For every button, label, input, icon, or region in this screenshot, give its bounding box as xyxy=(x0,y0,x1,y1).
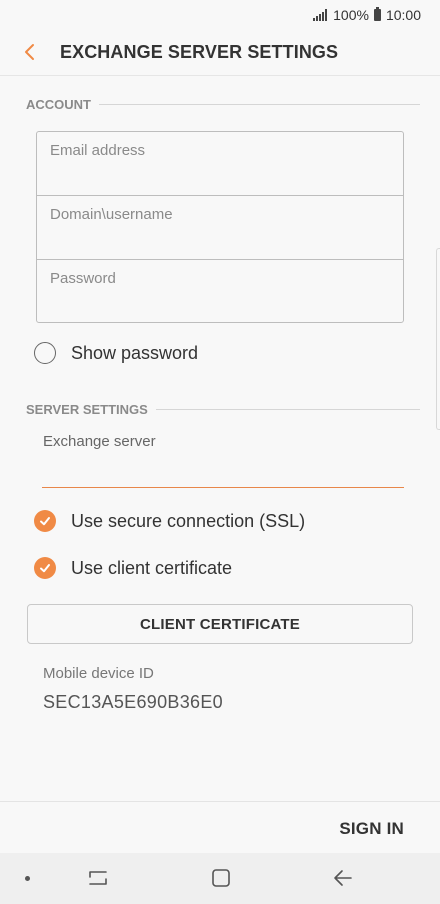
server-settings-section-title: SERVER SETTINGS xyxy=(26,401,148,417)
password-field[interactable]: Password xyxy=(37,260,403,324)
password-placeholder: Password xyxy=(50,270,116,287)
sign-in-button[interactable]: SIGN IN xyxy=(339,819,404,839)
account-section-header: ACCOUNT xyxy=(26,96,420,112)
checkmark-icon xyxy=(40,517,50,526)
status-indicators: 100% 10:00 xyxy=(313,7,421,23)
status-bar: 100% 10:00 xyxy=(0,0,440,28)
checkmark-icon xyxy=(40,564,50,573)
nav-dot-icon[interactable] xyxy=(25,876,30,881)
exchange-server-input[interactable] xyxy=(42,456,404,488)
server-settings-section-header: SERVER SETTINGS xyxy=(26,401,420,417)
account-fields-box: Email address Domain\username Password xyxy=(36,131,404,323)
show-password-label: Show password xyxy=(71,342,199,363)
domain-username-field[interactable]: Domain\username xyxy=(37,196,403,260)
app-header: EXCHANGE SERVER SETTINGS xyxy=(0,28,440,76)
client-certificate-label: Use client certificate xyxy=(71,557,233,578)
back-arrow-icon[interactable] xyxy=(22,42,40,62)
domain-username-placeholder: Domain\username xyxy=(50,206,173,223)
section-divider xyxy=(99,103,420,105)
unchecked-radio-icon[interactable] xyxy=(34,342,56,364)
section-divider xyxy=(155,408,420,410)
edge-panel-handle[interactable] xyxy=(436,248,440,430)
client-certificate-checkbox[interactable]: Use client certificate xyxy=(34,557,232,579)
checked-circle-icon[interactable] xyxy=(34,510,56,532)
mobile-device-id-label: Mobile device ID xyxy=(43,665,154,682)
ssl-label: Use secure connection (SSL) xyxy=(71,510,306,531)
signal-icon xyxy=(313,9,328,21)
email-placeholder: Email address xyxy=(50,142,146,159)
mobile-device-id-value: SEC13A5E690B36E0 xyxy=(43,692,223,712)
email-field[interactable]: Email address xyxy=(37,132,403,196)
checked-circle-icon[interactable] xyxy=(34,557,56,579)
clock: 10:00 xyxy=(385,7,421,23)
home-icon[interactable] xyxy=(211,868,231,888)
navigation-bar xyxy=(0,853,440,904)
exchange-server-label: Exchange server xyxy=(43,433,156,450)
back-icon[interactable] xyxy=(333,868,353,888)
client-certificate-button[interactable]: CLIENT CERTIFICATE xyxy=(27,604,413,644)
ssl-checkbox[interactable]: Use secure connection (SSL) xyxy=(34,510,305,532)
battery-icon xyxy=(373,7,381,21)
page-title: EXCHANGE SERVER SETTINGS xyxy=(60,42,339,62)
show-password-toggle[interactable]: Show password xyxy=(34,342,198,364)
account-section-title: ACCOUNT xyxy=(26,96,91,112)
bottom-action-bar: SIGN IN xyxy=(0,801,440,853)
recent-apps-icon[interactable] xyxy=(88,868,108,888)
battery-percent: 100% xyxy=(333,7,369,23)
